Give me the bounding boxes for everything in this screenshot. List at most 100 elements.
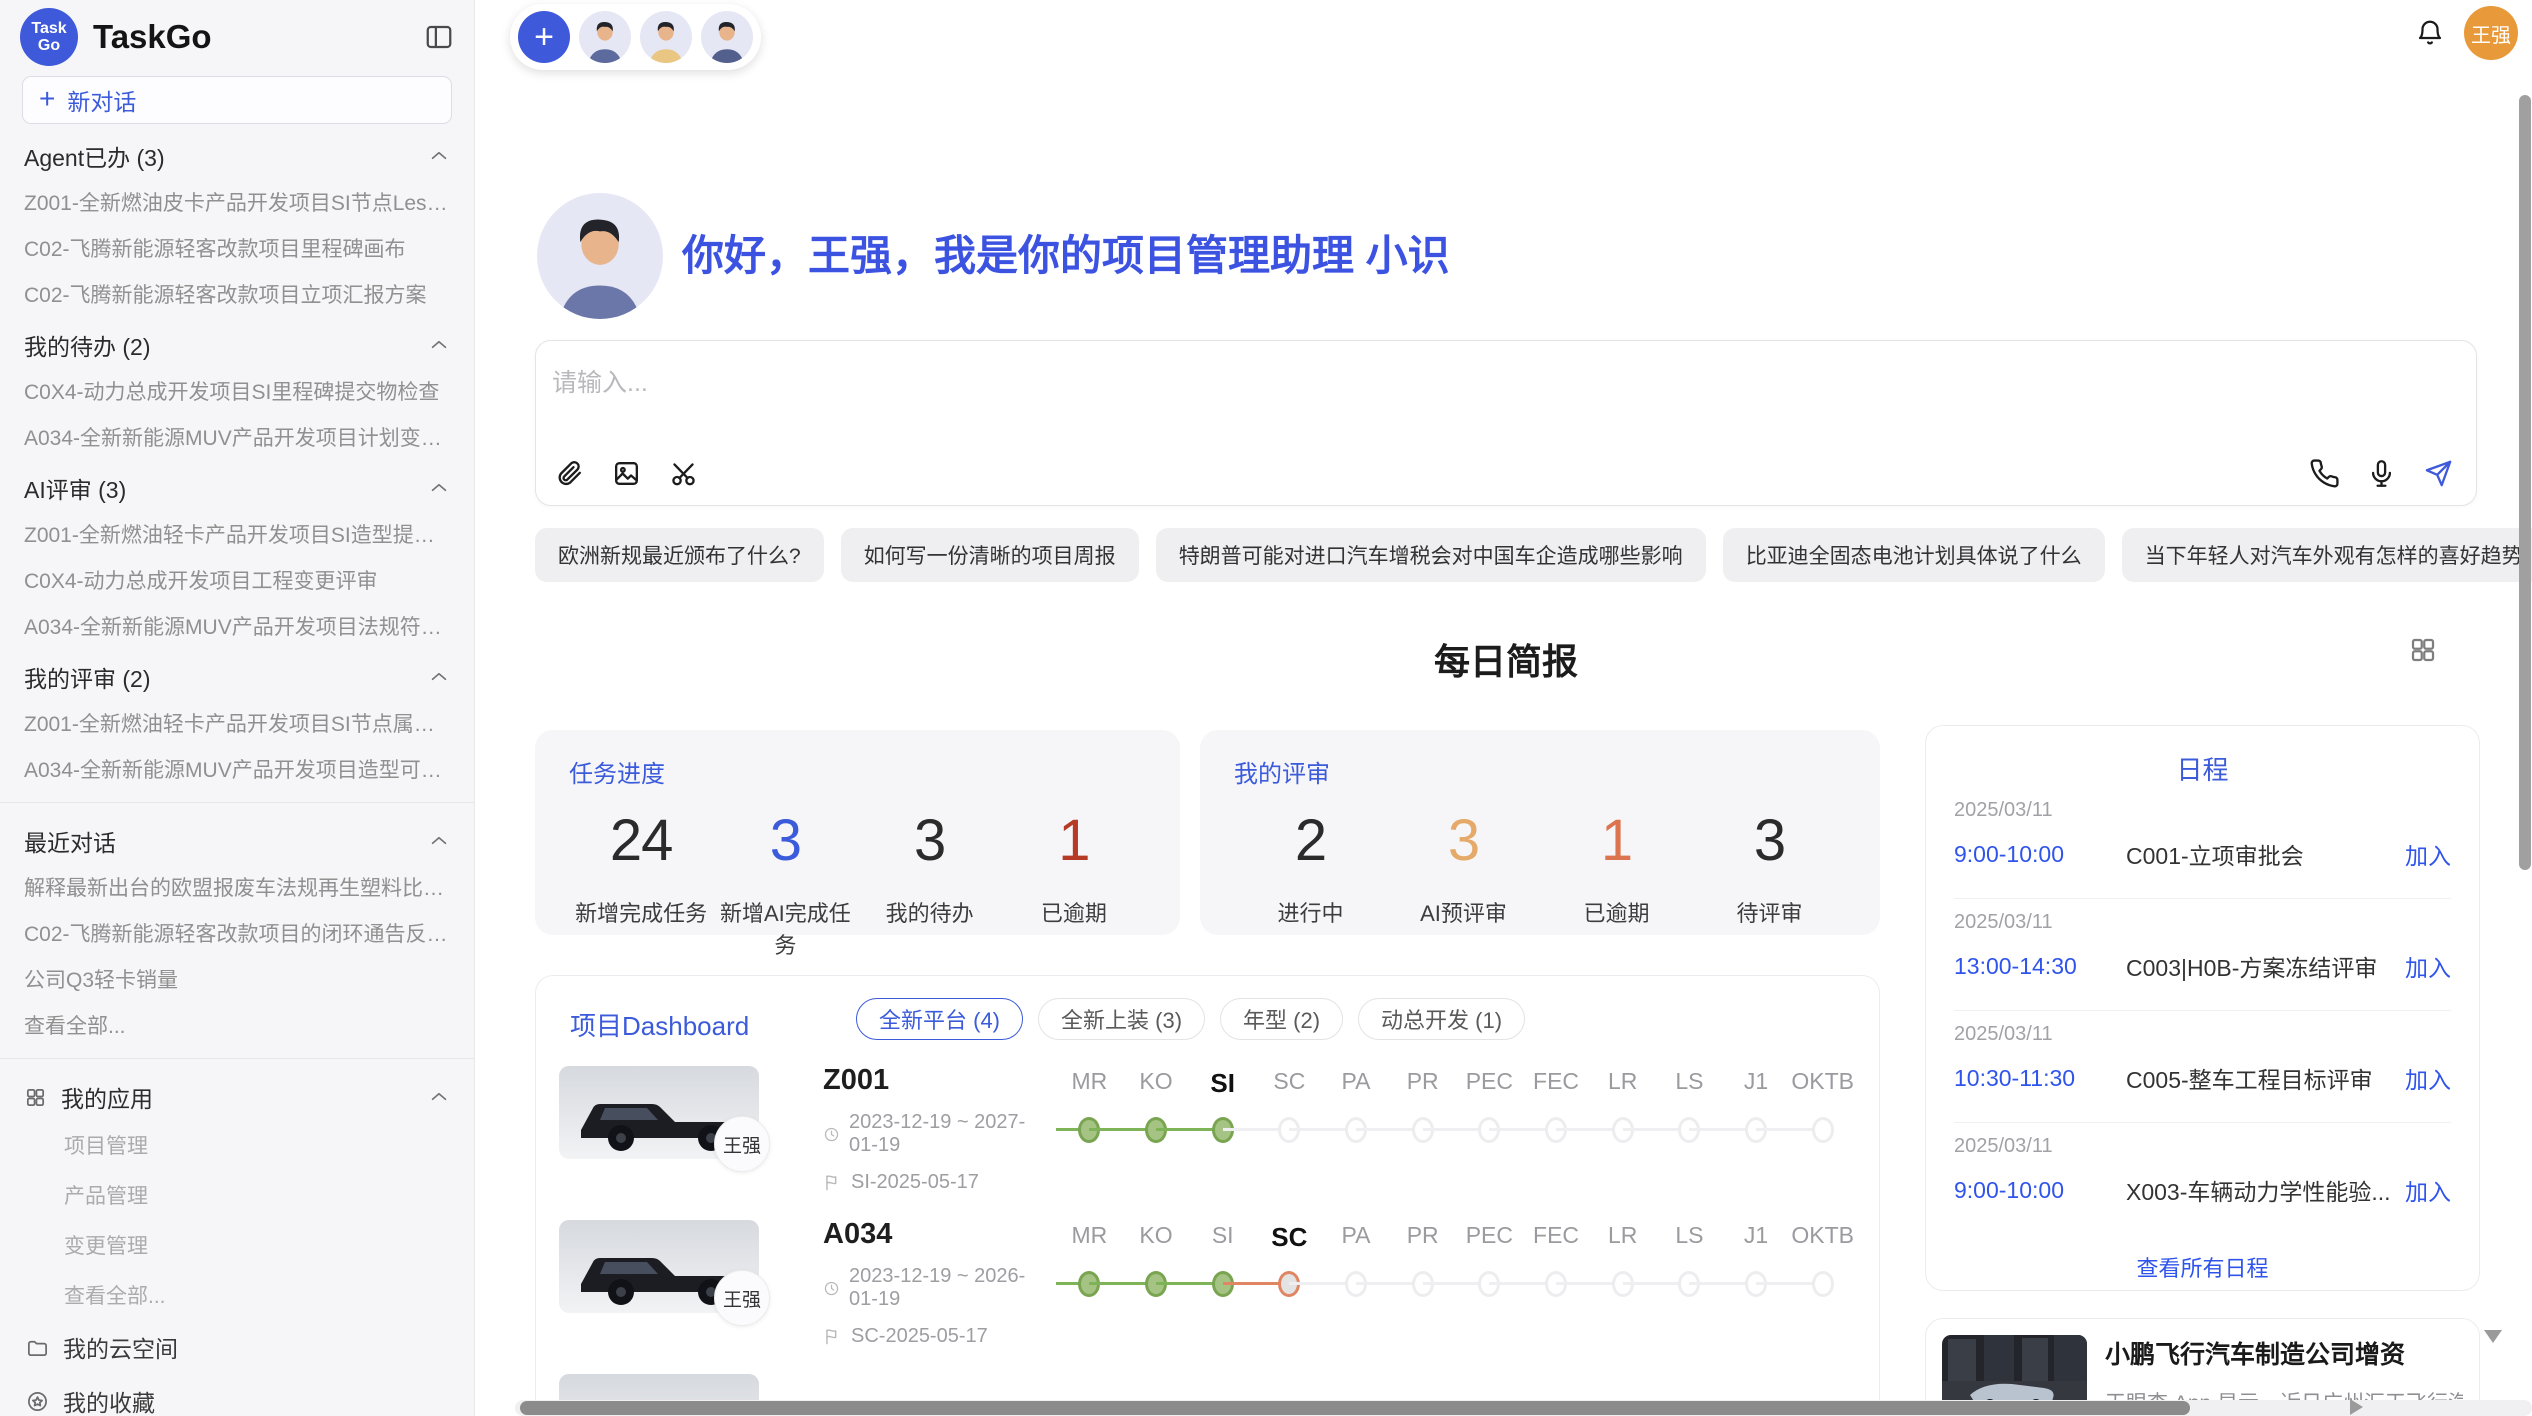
join-meeting-link[interactable]: 加入 [2405,949,2451,983]
sidebar-section-header[interactable]: AI评审 (3) [0,460,474,511]
send-icon[interactable] [2423,458,2454,489]
dashboard-tab[interactable]: 全新上装 (3) [1038,998,1205,1040]
dashboard-tab[interactable]: 动总开发 (1) [1358,998,1525,1040]
milestone-label: PR [1389,1222,1456,1253]
stat: 24 新增完成任务 [569,807,713,960]
sidebar-item[interactable]: C02-飞腾新能源轻客改款项目立项汇报方案 [0,271,474,317]
schedule-time: 9:00-10:00 [1954,1177,2126,1204]
contact-avatar[interactable] [701,11,753,63]
schedule-name: X003-车辆动力学性能验... [2126,1173,2391,1207]
sidebar-item[interactable]: C0X4-动力总成开发项目SI里程碑提交物检查 [0,368,474,414]
milestone-dot[interactable] [1812,1271,1834,1297]
schedule-title: 日程 [1954,750,2451,787]
milestone-label: SC [1256,1068,1323,1099]
notification-bell-icon[interactable] [2415,18,2445,48]
suggestion-chip[interactable]: 欧洲新规最近颁布了什么? [535,528,824,582]
vertical-scrollbar-thumb[interactable] [2519,95,2531,870]
sidebar-apps-section: 我的应用 项目管理产品管理变更管理查看全部... [0,1069,474,1320]
suggestion-chip[interactable]: 特朗普可能对进口汽车增税会对中国车企造成哪些影响 [1156,528,1706,582]
horizontal-scrollbar-thumb[interactable] [520,1401,2190,1415]
layout-grid-icon[interactable] [2408,635,2438,665]
project-row[interactable]: 王强 Z001 2023-12-19 ~ 2027-01-19 SI-2025-… [536,1054,1879,1208]
milestone-label: MR [1056,1222,1123,1253]
sidebar-item[interactable]: C02-飞腾新能源轻客改款项目里程碑画布 [0,225,474,271]
milestone-label: PA [1323,1222,1390,1253]
join-meeting-link[interactable]: 加入 [2405,837,2451,871]
milestone-label: SI [1189,1068,1256,1099]
sidebar-section-header[interactable]: 最近对话 [0,813,474,864]
dashboard-tab[interactable]: 全新平台 (4) [856,998,1023,1040]
sidebar-section-header[interactable]: Agent已办 (3) [0,128,474,179]
sidebar-item[interactable]: Z001-全新燃油轻卡产品开发项目SI节点属性5D文件评审 [0,700,474,746]
sidebar-section-header[interactable]: 我的评审 (2) [0,649,474,700]
schedule-item[interactable]: 2025/03/11 10:30-11:30 C005-整车工程目标评审 加入 [1954,1011,2451,1123]
user-avatar[interactable]: 王强 [2464,6,2518,60]
milestone-label: FEC [1523,1222,1590,1253]
chat-input[interactable] [552,353,2152,413]
schedule-time: 13:00-14:30 [1954,953,2126,980]
sidebar-shortcut[interactable]: 我的收藏 [0,1374,474,1416]
sidebar-item[interactable]: A034-全新新能源MUV产品开发项目造型可行性评审 [0,746,474,792]
collapse-sidebar-icon[interactable] [424,22,454,52]
chevron-up-icon [428,830,450,852]
join-meeting-link[interactable]: 加入 [2405,1061,2451,1095]
contact-avatar[interactable] [579,11,631,63]
stat-value: 24 [569,807,713,874]
sidebar-section-header[interactable]: 我的待办 (2) [0,317,474,368]
schedule-item[interactable]: 2025/03/11 13:00-14:30 C003|H0B-方案冻结评审 加… [1954,899,2451,1011]
schedule-line: 13:00-14:30 C003|H0B-方案冻结评审 加入 [1954,949,2451,983]
sidebar-recent-item[interactable]: 公司Q3轻卡销量 [0,956,474,1002]
chevron-up-icon [428,145,450,167]
sidebar-section-header[interactable]: 我的应用 [0,1069,474,1120]
project-row[interactable]: 王强 A034 2023-12-19 ~ 2026-01-19 SC-2025-… [536,1208,1879,1362]
milestone-strip: MRKOSISCPAPRPECFECLRLSJ1OKTB [1056,1068,1856,1145]
view-all-schedule-link[interactable]: 查看所有日程 [1954,1251,2451,1283]
scroll-down-arrow[interactable] [2484,1330,2502,1343]
paperclip-icon[interactable] [554,458,585,489]
project-media: 王强 [559,1220,791,1340]
flag-icon [823,1173,842,1192]
schedule-item[interactable]: 2025/03/11 9:00-10:00 C001-立项审批会 加入 [1954,787,2451,899]
sidebar-shortcut[interactable]: 我的云空间 [0,1320,474,1374]
milestone-label: SC [1256,1222,1323,1253]
sidebar-item[interactable]: Z001-全新燃油皮卡产品开发项目SI节点Lesson Learn报告 [0,179,474,225]
sidebar-recent-item[interactable]: C02-飞腾新能源轻客改款项目的闭环通告反馈情况 [0,910,474,956]
divider [0,802,474,803]
project-milestone-tag: SC-2025-05-17 [823,1325,1053,1348]
contact-avatar[interactable] [640,11,692,63]
add-contact-button[interactable]: + [518,11,570,63]
suggestion-chip[interactable]: 如何写一份清晰的项目周报 [841,528,1139,582]
logo-line1: Task [31,20,66,37]
milestone-label: PA [1323,1068,1390,1099]
milestone-label: KO [1123,1222,1190,1253]
sidebar-recent-section: 最近对话 解释最新出台的欧盟报废车法规再生塑料比例被调至15%...C02-飞腾… [0,813,474,1048]
mic-icon[interactable] [2366,458,2397,489]
suggestion-chip[interactable]: 当下年轻人对汽车外观有怎样的喜好趋势 [2122,528,2532,582]
schedule-date: 2025/03/11 [1954,1135,2451,1158]
sidebar-item[interactable]: C0X4-动力总成开发项目工程变更评审 [0,557,474,603]
stat-value: 2 [1234,807,1387,874]
sidebar: Task Go TaskGo + 新对话 Agent已办 (3) Z001-全新… [0,0,475,1416]
sidebar-app-item[interactable]: 产品管理 [0,1170,474,1220]
sidebar-recent-item[interactable]: 解释最新出台的欧盟报废车法规再生塑料比例被调至15%... [0,864,474,910]
scissors-icon[interactable] [668,458,699,489]
sidebar-item[interactable]: Z001-全新燃油轻卡产品开发项目SI造型提交物评审 [0,511,474,557]
sidebar-section-title: 最近对话 [24,824,428,858]
image-icon[interactable] [611,458,642,489]
schedule-item[interactable]: 2025/03/11 9:00-10:00 X003-车辆动力学性能验... 加… [1954,1123,2451,1235]
scroll-right-arrow[interactable] [2350,1399,2363,1415]
sidebar-app-item[interactable]: 变更管理 [0,1220,474,1270]
sidebar-item[interactable]: A034-全新新能源MUV产品开发项目法规符合性评审 [0,603,474,649]
sidebar-app-item[interactable]: 查看全部... [0,1270,474,1320]
milestone-labels: MRKOSISCPAPRPECFECLRLSJ1OKTB [1056,1068,1856,1099]
sidebar-app-item[interactable]: 项目管理 [0,1120,474,1170]
stat: 1 已逾期 [1540,807,1693,928]
suggestion-chip[interactable]: 比亚迪全固态电池计划具体说了什么 [1723,528,2105,582]
sidebar-item[interactable]: A034-全新新能源MUV产品开发项目计划变更表编写 [0,414,474,460]
milestone-dot[interactable] [1812,1117,1834,1143]
sidebar-recent-item[interactable]: 查看全部... [0,1002,474,1048]
dashboard-tab[interactable]: 年型 (2) [1220,998,1343,1040]
join-meeting-link[interactable]: 加入 [2405,1173,2451,1207]
phone-icon[interactable] [2309,458,2340,489]
new-chat-button[interactable]: + 新对话 [22,76,452,124]
